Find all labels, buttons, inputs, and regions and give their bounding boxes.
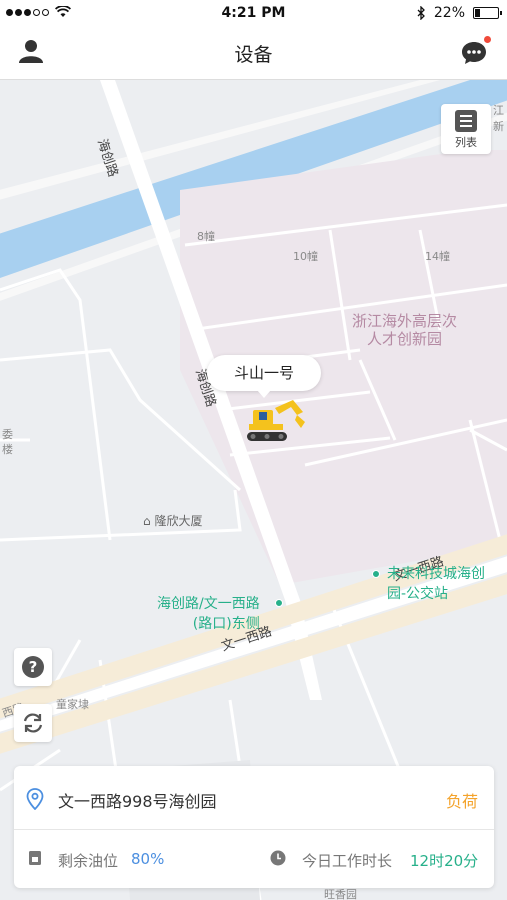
bus-stop-label-right: 未来科技城海创 园-公交站	[387, 566, 485, 602]
fuel-value: 80%	[131, 850, 165, 868]
building-icon: ⌂	[143, 514, 151, 528]
notification-badge	[484, 36, 491, 43]
refresh-button[interactable]	[14, 704, 52, 742]
edge-label-2: 楼	[2, 443, 13, 456]
edge-label-right: 江	[493, 104, 504, 117]
page-title: 设备	[234, 44, 273, 66]
refresh-icon	[23, 713, 43, 733]
list-icon	[455, 110, 477, 132]
device-name-bubble[interactable]: 斗山一号	[207, 355, 321, 398]
poi-wangxiangyuan: 旺香园	[324, 888, 357, 900]
edge-label-right-2: 新	[493, 120, 504, 133]
poi-tongjiadai: 童家埭	[56, 698, 89, 711]
clock-icon	[270, 850, 286, 866]
battery-icon	[473, 7, 502, 19]
fuel-label: 剩余油位	[58, 852, 119, 870]
building-label-10: 10幢	[293, 250, 318, 263]
load-status: 负荷	[445, 792, 478, 811]
location-pin-icon	[26, 788, 44, 810]
park-name-label: 浙江海外高层次 人才创新园	[352, 312, 458, 348]
bus-stop-marker-right[interactable]	[372, 570, 380, 578]
edge-label-1: 委	[2, 428, 13, 441]
help-button[interactable]: ?	[14, 648, 52, 686]
fuel-icon	[29, 851, 41, 865]
list-view-button[interactable]: 列表	[441, 104, 491, 154]
battery-percent: 22%	[433, 5, 465, 21]
bluetooth-icon	[417, 6, 425, 20]
building-label-8: 8幢	[197, 230, 215, 243]
work-duration-value: 12时20分	[410, 852, 479, 870]
chat-icon	[462, 42, 486, 64]
stats-row: 剩余油位 80% 今日工作时长 12时20分	[14, 830, 494, 888]
excavator-icon[interactable]	[245, 398, 309, 444]
list-view-label: 列表	[455, 136, 477, 149]
bus-stop-marker-left[interactable]	[275, 599, 283, 607]
address-row: 文一西路998号海创园 负荷	[14, 766, 494, 830]
building-label-14: 14幢	[425, 250, 450, 263]
status-bar: 4:21 PM 22%	[0, 0, 507, 28]
chat-button[interactable]	[459, 36, 491, 68]
bus-stop-label-left: 海创路/文一西路 (路口)东侧	[157, 596, 260, 632]
nav-bar: 设备	[0, 28, 507, 80]
device-info-card[interactable]: 文一西路998号海创园 负荷 剩余油位 80% 今日工作时长 12时20分	[14, 766, 494, 888]
help-icon: ?	[22, 656, 44, 678]
poi-longxin-building: ⌂ 隆欣大厦	[143, 514, 203, 528]
work-duration-label: 今日工作时长	[302, 852, 393, 870]
device-address: 文一西路998号海创园	[58, 792, 217, 811]
